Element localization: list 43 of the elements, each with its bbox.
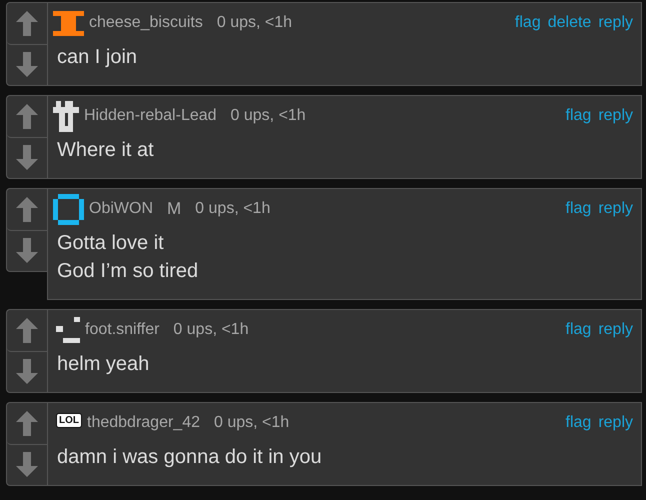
comment-text: God I’m so tired (57, 259, 200, 284)
comment-text: damn i was gonna do it in you (57, 445, 323, 470)
down-arrow-icon (16, 238, 38, 264)
up-arrow-icon (16, 104, 38, 129)
comment-meta: 0 ups, <1h (230, 107, 306, 125)
action-link[interactable]: flag (566, 414, 592, 432)
username-link[interactable]: foot.sniffer (85, 321, 160, 339)
avatar-icon (53, 10, 84, 36)
avatar-icon (53, 100, 79, 132)
down-arrow-icon (16, 145, 38, 170)
action-link[interactable]: reply (598, 107, 633, 125)
comment-meta: 0 ups, <1h (195, 200, 270, 218)
up-arrow-icon (16, 10, 38, 36)
action-link[interactable]: flag (566, 107, 592, 125)
up-arrow-icon (16, 196, 38, 222)
action-link[interactable]: delete (548, 14, 592, 32)
avatar-icon (53, 194, 84, 224)
action-link[interactable]: reply (598, 200, 633, 218)
comment-text: Gotta love it (57, 231, 165, 256)
up-arrow-icon (16, 318, 38, 343)
lol-bubble-icon: LOL (56, 412, 82, 428)
username-link[interactable]: cheese_biscuits (89, 14, 203, 32)
username-link[interactable]: Hidden-rebal-Lead (84, 107, 217, 125)
user-flair-label: M (167, 199, 182, 219)
comment-text: can I join (57, 45, 138, 70)
username-link[interactable]: thedbdrager_42 (87, 414, 200, 432)
avatar-icon (53, 317, 80, 343)
comment-text: helm yeah (57, 352, 150, 377)
up-arrow-icon (16, 410, 38, 436)
comment-meta: 0 ups, <1h (173, 321, 249, 339)
action-link[interactable]: flag (566, 200, 592, 218)
action-link[interactable]: reply (598, 414, 633, 432)
comment-meta: 0 ups, <1h (214, 414, 290, 432)
down-arrow-icon (16, 52, 38, 78)
action-link[interactable]: reply (598, 14, 633, 32)
comment-text: Where it at (57, 138, 155, 163)
down-arrow-icon (16, 452, 38, 478)
action-link[interactable]: flag (514, 14, 541, 32)
down-arrow-icon (16, 359, 38, 384)
action-link[interactable]: reply (598, 321, 633, 339)
comment-meta: 0 ups, <1h (216, 14, 292, 32)
action-link[interactable]: flag (566, 321, 592, 339)
username-link[interactable]: ObiWON (89, 200, 153, 218)
